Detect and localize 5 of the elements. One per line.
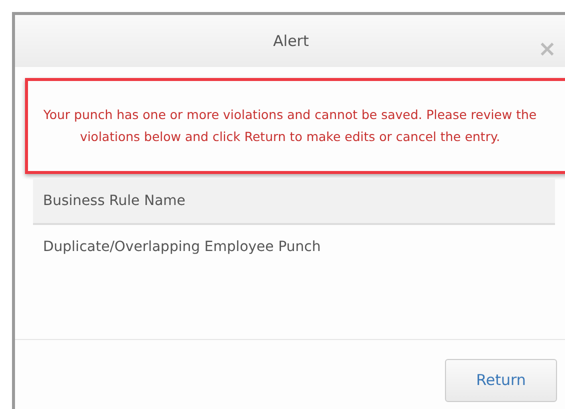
return-button[interactable]: Return	[445, 359, 557, 402]
table-cell-text: Duplicate/Overlapping Employee Punch	[42, 238, 322, 256]
column-header: Business Rule Name	[33, 179, 555, 225]
dialog-title: Alert	[273, 30, 309, 52]
error-text: Your punch has one or more violations and cannot be saved. Please review the violations below and click Return to make edits or cancel the entry.	[42, 106, 538, 146]
